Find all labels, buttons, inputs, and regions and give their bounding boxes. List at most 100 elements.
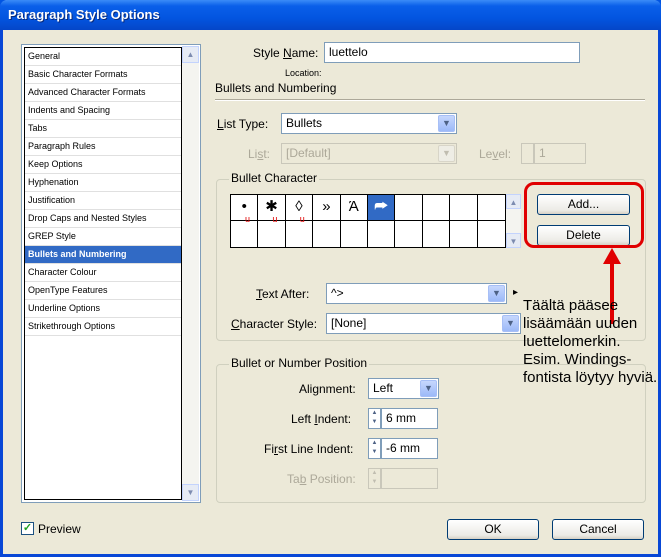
bullet-cell[interactable]: [450, 221, 478, 247]
bullet-cell[interactable]: [478, 221, 505, 247]
category-list-scrollbar[interactable]: ▲ ▼: [182, 46, 199, 501]
bullet-cell[interactable]: »: [313, 195, 341, 221]
category-list-items: General Basic Character Formats Advanced C…: [24, 47, 182, 500]
scroll-up-arrow-icon[interactable]: ▲: [182, 46, 199, 63]
ok-button[interactable]: OK: [447, 519, 539, 540]
chevron-down-icon[interactable]: ▼: [502, 315, 519, 332]
bullet-cell[interactable]: [395, 221, 423, 247]
style-name-input[interactable]: luettelo: [324, 42, 580, 63]
scroll-up-arrow-icon[interactable]: ▲: [506, 194, 521, 209]
tab-position-stepper[interactable]: ▲ ▼: [368, 468, 381, 489]
list-type-label: List Type:: [217, 117, 269, 131]
bullet-cell[interactable]: [422, 195, 451, 221]
location-label: Location:: [285, 68, 322, 78]
bullet-cell[interactable]: ⮫: [367, 195, 396, 221]
bullet-cell[interactable]: [231, 221, 259, 247]
preview-label: Preview: [38, 522, 81, 536]
alignment-label: Alignment:: [299, 382, 356, 396]
sidebar-item[interactable]: Justification: [25, 192, 181, 210]
dialog-window: Paragraph Style Options General Basic Cha…: [0, 0, 661, 557]
scroll-down-arrow-icon[interactable]: ▼: [182, 484, 199, 501]
sidebar-item[interactable]: Strikethrough Options: [25, 318, 181, 336]
position-group-label: Bullet or Number Position: [229, 356, 370, 370]
chevron-down-icon[interactable]: ▼: [438, 145, 455, 162]
stepper-arrows-icon: ▲ ▼: [371, 410, 378, 425]
bullet-cell[interactable]: ◊ u: [285, 195, 314, 224]
list-type-value: Bullets: [286, 116, 323, 130]
bullet-cell[interactable]: [395, 195, 423, 221]
left-indent-label: Left Indent:: [291, 412, 352, 426]
preview-checkbox[interactable]: ✓: [21, 522, 34, 535]
sidebar-item[interactable]: Bullets and Numbering: [25, 246, 181, 264]
list-type-select[interactable]: Bullets ▼: [281, 113, 457, 134]
character-style-value: [None]: [331, 316, 367, 330]
bullet-cell[interactable]: [368, 221, 396, 247]
sidebar-item[interactable]: General: [25, 48, 181, 66]
style-name-label: Style Name:: [253, 46, 319, 60]
bullet-glyph: ⮫: [374, 198, 389, 215]
first-line-indent-label: First Line Indent:: [264, 442, 354, 456]
bullet-cell[interactable]: Ά: [340, 195, 368, 221]
sidebar-item[interactable]: Indents and Spacing: [25, 102, 181, 120]
sidebar-item[interactable]: OpenType Features: [25, 282, 181, 300]
annotation-text: Täältä pääsee lisäämään uuden luettelome…: [523, 297, 658, 386]
sidebar-item[interactable]: Tabs: [25, 120, 181, 138]
title-bar[interactable]: Paragraph Style Options: [0, 0, 661, 30]
bullet-cell[interactable]: [341, 221, 368, 247]
tab-position-label: Tab Position:: [287, 472, 356, 486]
first-line-indent-stepper[interactable]: ▲ ▼: [368, 438, 381, 459]
tab-position-input[interactable]: [381, 468, 438, 489]
text-after-label: Text After:: [256, 287, 310, 301]
sidebar-item[interactable]: Advanced Character Formats: [25, 84, 181, 102]
bullet-cell[interactable]: ✱ u: [258, 195, 286, 224]
first-line-indent-input[interactable]: -6 mm: [381, 438, 438, 459]
bullet-cell[interactable]: [423, 221, 451, 247]
cancel-button[interactable]: Cancel: [552, 519, 644, 540]
chevron-down-icon[interactable]: ▼: [488, 285, 505, 302]
bullet-cell[interactable]: [286, 221, 314, 247]
scroll-down-arrow-icon[interactable]: ▼: [506, 233, 521, 248]
text-after-input[interactable]: ^> ▼: [326, 283, 507, 304]
level-stepper[interactable]: [521, 143, 534, 164]
chevron-down-icon[interactable]: ▼: [438, 115, 455, 132]
level-input[interactable]: 1: [534, 143, 586, 164]
category-list[interactable]: General Basic Character Formats Advanced C…: [21, 44, 201, 503]
level-label: Level:: [479, 147, 512, 161]
alignment-select[interactable]: Left ▼: [368, 378, 439, 399]
chevron-down-icon[interactable]: ▼: [420, 380, 437, 397]
bullet-glyph: Ά: [348, 198, 359, 215]
annotation-highlight-box: [524, 182, 644, 248]
character-style-select[interactable]: [None] ▼: [326, 313, 521, 334]
left-indent-input[interactable]: 6 mm: [381, 408, 438, 429]
bullet-cell[interactable]: [450, 195, 478, 221]
sidebar-item[interactable]: Underline Options: [25, 300, 181, 318]
bullet-cell[interactable]: [258, 221, 286, 247]
sidebar-item[interactable]: GREP Style: [25, 228, 181, 246]
list-label: List:: [248, 147, 271, 161]
sidebar-item[interactable]: Paragraph Rules: [25, 138, 181, 156]
alignment-value: Left: [373, 381, 394, 395]
stepper-arrows-icon: ▲ ▼: [371, 470, 378, 485]
bullet-character-grid[interactable]: • u ✱ u ◊ u » Ά ⮫: [230, 194, 506, 248]
bullet-character-label: Bullet Character: [229, 171, 320, 185]
section-title: Bullets and Numbering: [215, 81, 337, 95]
list-select[interactable]: [Default] ▼: [281, 143, 457, 164]
bullet-glyph: »: [322, 198, 331, 215]
text-after-value: ^>: [331, 286, 344, 300]
bullet-cell[interactable]: [477, 195, 505, 221]
left-indent-stepper[interactable]: ▲ ▼: [368, 408, 381, 429]
stepper-arrows-icon: ▲ ▼: [371, 440, 378, 455]
bullet-cell[interactable]: [313, 221, 341, 247]
bullet-cell[interactable]: • u: [231, 195, 259, 224]
sidebar-item[interactable]: Hyphenation: [25, 174, 181, 192]
sidebar-item[interactable]: Drop Caps and Nested Styles: [25, 210, 181, 228]
special-character-flyout-icon[interactable]: ▸: [513, 287, 518, 298]
list-value: [Default]: [286, 146, 331, 160]
bullet-grid-scrollbar[interactable]: ▲ ▼: [506, 194, 521, 248]
character-style-label: Character Style:: [231, 317, 318, 331]
window-title: Paragraph Style Options: [8, 7, 160, 22]
section-divider: [215, 99, 645, 101]
sidebar-item[interactable]: Basic Character Formats: [25, 66, 181, 84]
sidebar-item[interactable]: Keep Options: [25, 156, 181, 174]
sidebar-item[interactable]: Character Colour: [25, 264, 181, 282]
